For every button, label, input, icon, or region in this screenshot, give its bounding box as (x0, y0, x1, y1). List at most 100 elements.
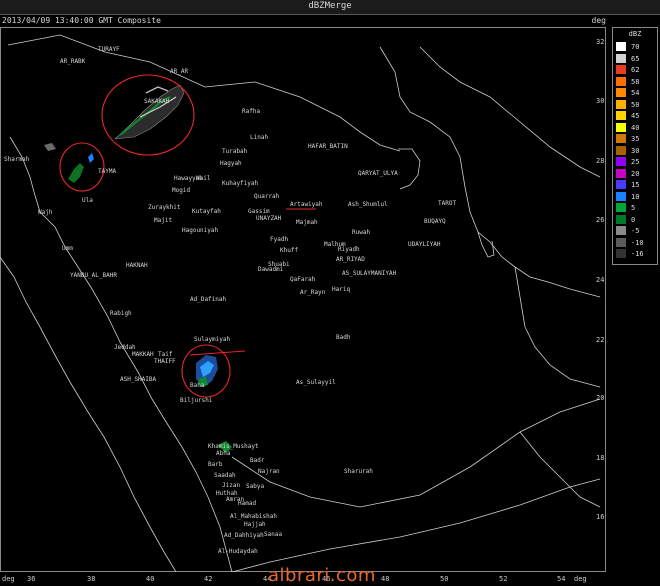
watermark: albrari.com (268, 565, 376, 586)
city-label: Quarrah (254, 193, 280, 200)
legend-swatch (616, 203, 626, 212)
legend-value: 0 (631, 215, 636, 224)
city-label: Baha (190, 382, 205, 389)
kuwait-border (398, 148, 421, 190)
city-label: Hamad (238, 500, 257, 507)
city-label: THAIFF (154, 358, 176, 365)
city-label: Rabigh (110, 310, 132, 317)
legend-value: 40 (631, 123, 640, 132)
gulf-coast (379, 46, 601, 298)
city-label: Rafha (242, 108, 261, 115)
x-tick: 40 (146, 575, 155, 583)
city-label: Hajjah (244, 521, 266, 528)
city-label: Artawiyah (290, 201, 323, 208)
radar-map[interactable] (0, 27, 606, 572)
city-label: TURAYF (98, 46, 120, 53)
legend-swatch (616, 76, 626, 86)
x-tick: 38 (87, 575, 96, 583)
legend-value: 5 (631, 204, 636, 212)
yemen-south-coast (231, 478, 601, 572)
city-label: Turabah (222, 148, 248, 155)
city-label: Sulaymiyah (194, 336, 231, 343)
legend-swatch (616, 157, 626, 166)
city-label: Sabya (246, 483, 265, 490)
legend-value: 70 (631, 43, 640, 51)
legend-value: -5 (631, 227, 640, 235)
city-label: Linah (250, 134, 269, 141)
city-label: Badr (250, 457, 265, 464)
legend-value: 62 (631, 66, 640, 74)
legend-value: 35 (631, 135, 640, 143)
red-sea-west-coast (0, 256, 177, 572)
city-label: As_Sulayyil (296, 379, 336, 386)
city-label: AS_SULAYMANIYAH (342, 270, 397, 277)
legend-swatch (616, 214, 626, 224)
city-label: ASH_SHAIBA (120, 376, 157, 383)
city-label: Sharurah (344, 468, 373, 475)
y-tick: 20 (596, 394, 605, 402)
city-label: SAKAKAH (144, 98, 170, 105)
city-label: HAFAR_BATIN (308, 143, 348, 150)
city-label: Hagouniyah (182, 227, 219, 234)
legend-swatch (616, 168, 626, 178)
legend-value: 58 (631, 77, 640, 86)
city-label: Kuhayfiyah (222, 180, 259, 187)
city-label: MAKKAH (132, 351, 154, 358)
legend-swatch (616, 99, 626, 109)
legend-value: 20 (631, 169, 640, 178)
legend-swatch (616, 53, 626, 63)
legend-value: 65 (631, 54, 640, 63)
city-label: Gassim (248, 208, 270, 215)
legend-value: 10 (631, 192, 640, 201)
city-label: Al_Mahabishah (230, 513, 277, 520)
city-label: Abha (216, 450, 231, 457)
gulf-aqaba-coast (9, 136, 41, 213)
window-titlebar: dBZMerge (0, 0, 660, 15)
city-label: Biljurshi (180, 397, 213, 404)
city-label: Fyadh (270, 236, 289, 243)
city-label: Al-Hudaydah (218, 548, 258, 555)
city-label: Sanaa (264, 531, 283, 538)
highlight-line-taif (189, 350, 246, 356)
city-label: TAYMA (98, 168, 117, 175)
city-label: Ad_Dahhiyah (224, 532, 264, 539)
city-label: Ar_Rayn (300, 289, 326, 296)
window-title: dBZMerge (308, 1, 352, 11)
legend-swatch (616, 180, 626, 189)
dbz-legend: dBZ 70 65 62 58 54 50 45 40 35 30 25 20 15 10 5 0 -5 -10-… (612, 27, 658, 265)
oman-coast (519, 431, 601, 508)
y-tick: 18 (596, 454, 605, 462)
city-label: AR_RIYAD (336, 256, 365, 263)
legend-unit: dBZ (628, 30, 642, 38)
radar-echo-tayma (44, 143, 94, 183)
legend-swatch (616, 111, 626, 120)
city-label: Ash_Shumlul (348, 201, 388, 208)
y-tick: 16 (596, 513, 605, 521)
legend-swatch (616, 42, 626, 51)
legend-swatch (616, 226, 626, 235)
legend-swatch (616, 88, 626, 97)
city-label: Mogid (172, 187, 191, 194)
radar-echo-north (114, 84, 185, 140)
city-label: Jizan (222, 482, 241, 489)
city-label: Ula (82, 197, 93, 204)
legend-swatch (616, 145, 626, 155)
city-label: Najran (258, 468, 280, 475)
legend-swatch (616, 134, 626, 143)
city-label: Majmah (296, 219, 318, 226)
city-label: QaFarah (290, 276, 316, 283)
city-label: Riyadh (338, 246, 360, 253)
legend-value: 54 (631, 89, 640, 97)
y-tick: 28 (596, 157, 605, 165)
legend-swatch (616, 237, 626, 247)
x-tick: 54 (557, 575, 566, 583)
legend-value: 25 (631, 158, 640, 166)
legend-value: 50 (631, 100, 640, 109)
city-label: Badh (336, 334, 351, 341)
city-label: Barb (208, 461, 223, 468)
city-label: UNAYZAH (256, 215, 282, 222)
legend-swatch (616, 191, 626, 201)
city-label: Ruwah (352, 229, 371, 236)
city-label: AR_AR (170, 68, 189, 75)
legend-swatch (616, 65, 626, 74)
